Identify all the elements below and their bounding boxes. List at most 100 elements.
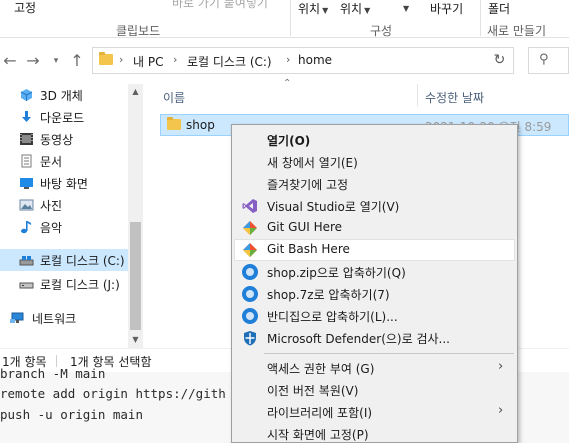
menu-item-label: Visual Studio로 열기(V) xyxy=(267,200,400,214)
menu-item-label: Git Bash Here xyxy=(267,242,350,256)
menu-item-scan-defender[interactable]: Microsoft Defender(으)로 검사... xyxy=(234,327,515,349)
scroll-down-arrow-icon[interactable]: ▼ xyxy=(128,332,143,348)
menu-item-include-library[interactable]: 라이브러리에 포함(I) › xyxy=(234,401,515,423)
folder-icon xyxy=(99,52,113,65)
paste-shortcut-button[interactable]: 바로 가기 붙여넣기 xyxy=(172,0,268,11)
search-box[interactable]: ⚲ xyxy=(528,47,569,74)
recent-locations-chevron-icon[interactable]: ▾ xyxy=(46,51,66,71)
breadcrumb-chevron-icon[interactable]: › xyxy=(119,53,123,66)
context-menu: 열기(O) 새 창에서 열기(E) 즐겨찾기에 고정 Visual Studio… xyxy=(231,124,518,443)
address-bar[interactable]: › 내 PC › 로컬 디스크 (C:) › home xyxy=(92,47,514,74)
menu-item-label: shop.7z로 압축하기(7) xyxy=(267,288,390,302)
menu-item-label: 열기(O) xyxy=(267,134,311,148)
column-header-name[interactable]: 이름 xyxy=(163,89,185,106)
breadcrumb-home[interactable]: home xyxy=(298,53,332,67)
move-to-button[interactable]: 위치 ▼ xyxy=(298,0,328,17)
move-to-label: 위치 xyxy=(298,2,321,16)
breadcrumb-local-disk-c[interactable]: 로컬 디스크 (C:) xyxy=(187,53,272,70)
video-icon xyxy=(20,133,33,145)
menu-item-label: shop.zip으로 압축하기(Q) xyxy=(267,266,406,280)
chevron-down-icon: ▼ xyxy=(322,6,329,15)
terminal-line: branch -M main xyxy=(0,366,106,381)
refresh-icon[interactable]: ↻ xyxy=(486,47,514,74)
menu-item-compress-7z[interactable]: shop.7z로 압축하기(7) xyxy=(234,283,515,305)
menu-item-label: Microsoft Defender(으)로 검사... xyxy=(267,332,450,346)
document-icon xyxy=(21,154,32,168)
sidebar-item-3d-objects[interactable]: 3D 개체 xyxy=(0,84,128,106)
desktop-icon xyxy=(20,178,33,189)
sidebar-item-label: 3D 개체 xyxy=(40,89,83,103)
3d-objects-icon xyxy=(20,89,33,101)
submenu-chevron-icon: › xyxy=(498,403,504,418)
ribbon-divider xyxy=(290,0,291,36)
sidebar-item-local-disk-j[interactable]: 로컬 디스크 (J:) xyxy=(0,273,128,295)
chevron-down-icon: ▼ xyxy=(403,4,410,13)
menu-item-pin-quick-access[interactable]: 즐겨찾기에 고정 xyxy=(234,173,515,195)
menu-item-compress-zip[interactable]: shop.zip으로 압축하기(Q) xyxy=(234,261,515,283)
menu-item-label: Git GUI Here xyxy=(267,220,343,234)
folder-icon xyxy=(167,117,181,130)
ribbon-group-clipboard: 클립보드 xyxy=(116,24,161,38)
ribbon-group-new: 새로 만들기 xyxy=(487,24,547,38)
file-explorer-window: 고정 바로 가기 붙여넣기 클립보드 위치 ▼ 위치 ▼ ▼ 바꾸기 구성 폴더 새… xyxy=(0,0,569,443)
sidebar-item-label: 로컬 디스크 (C:) xyxy=(40,254,125,268)
ribbon: 고정 바로 가기 붙여넣기 클립보드 위치 ▼ 위치 ▼ ▼ 바꾸기 구성 폴더 새… xyxy=(0,0,569,38)
column-divider[interactable] xyxy=(417,84,418,106)
delete-button[interactable]: ▼ xyxy=(401,0,409,14)
menu-item-give-access[interactable]: 액세스 권한 부여 (G) › xyxy=(234,357,515,379)
menu-separator xyxy=(264,353,514,354)
pin-button[interactable]: 고정 xyxy=(14,0,36,16)
menu-item-git-bash-here[interactable]: Git Bash Here xyxy=(234,239,515,261)
menu-item-restore-versions[interactable]: 이전 버전 복원(V) xyxy=(234,379,515,401)
rename-button[interactable]: 바꾸기 xyxy=(430,0,463,17)
new-folder-button[interactable]: 폴더 xyxy=(488,0,510,17)
sort-ascending-icon: ⌃ xyxy=(283,78,292,89)
menu-item-label: 이전 버전 복원(V) xyxy=(267,384,359,398)
sidebar-item-desktop[interactable]: 바탕 화면 xyxy=(0,172,128,194)
sidebar-item-label: 음악 xyxy=(40,221,63,235)
menu-item-label: 액세스 권한 부여 (G) xyxy=(267,362,375,376)
pictures-icon xyxy=(19,199,34,211)
bandizip-icon xyxy=(242,308,258,324)
breadcrumb-this-pc[interactable]: 내 PC xyxy=(133,53,163,70)
menu-item-label: 라이브러리에 포함(I) xyxy=(267,406,373,420)
download-icon xyxy=(22,111,31,122)
sidebar-item-label: 문서 xyxy=(40,155,63,169)
sidebar-item-pictures[interactable]: 사진 xyxy=(0,194,128,216)
sidebar-item-label: 바탕 화면 xyxy=(40,177,88,191)
menu-item-git-gui-here[interactable]: Git GUI Here xyxy=(234,217,515,239)
visual-studio-icon xyxy=(242,199,257,213)
sidebar-item-label: 동영상 xyxy=(40,133,74,147)
back-arrow-icon[interactable]: ← xyxy=(0,51,20,71)
bandizip-icon xyxy=(242,264,258,280)
menu-item-pin-start[interactable]: 시작 화면에 고정(P) xyxy=(234,423,515,443)
column-header-modified[interactable]: 수정한 날짜 xyxy=(425,89,484,106)
defender-icon xyxy=(244,331,256,346)
menu-item-label: 새 창에서 열기(E) xyxy=(267,156,358,170)
scroll-up-arrow-icon[interactable]: ▲ xyxy=(128,84,143,100)
breadcrumb-chevron-icon[interactable]: › xyxy=(173,53,177,66)
breadcrumb-chevron-icon[interactable]: › xyxy=(286,53,290,66)
sidebar-item-videos[interactable]: 동영상 xyxy=(0,128,128,150)
search-icon: ⚲ xyxy=(539,52,549,67)
submenu-chevron-icon: › xyxy=(498,359,504,374)
up-arrow-icon[interactable]: ↑ xyxy=(67,51,87,71)
copy-to-button[interactable]: 위치 ▼ xyxy=(340,0,370,17)
sidebar-item-local-disk-c[interactable]: 로컬 디스크 (C:) xyxy=(0,249,128,271)
bandizip-icon xyxy=(242,286,258,302)
menu-item-compress-bandizip[interactable]: 반디집으로 압축하기(L)... xyxy=(234,305,515,327)
menu-item-open[interactable]: 열기(O) xyxy=(234,129,515,151)
sidebar-item-label: 사진 xyxy=(40,199,63,213)
sidebar-item-music[interactable]: 음악 xyxy=(0,216,128,238)
menu-item-open-visual-studio[interactable]: Visual Studio로 열기(V) xyxy=(234,195,515,217)
sidebar-scrollbar-thumb[interactable] xyxy=(130,222,141,330)
copy-to-label: 위치 xyxy=(340,2,363,16)
forward-arrow-icon[interactable]: → xyxy=(23,51,43,71)
menu-item-open-new-window[interactable]: 새 창에서 열기(E) xyxy=(234,151,515,173)
sidebar-item-downloads[interactable]: 다운로드 xyxy=(0,106,128,128)
git-gui-icon xyxy=(243,221,257,235)
sidebar-item-label: 다운로드 xyxy=(40,111,85,125)
sidebar-item-network[interactable]: 네트워크 xyxy=(0,307,128,329)
sidebar-item-documents[interactable]: 문서 xyxy=(0,150,128,172)
git-bash-icon xyxy=(243,243,257,257)
